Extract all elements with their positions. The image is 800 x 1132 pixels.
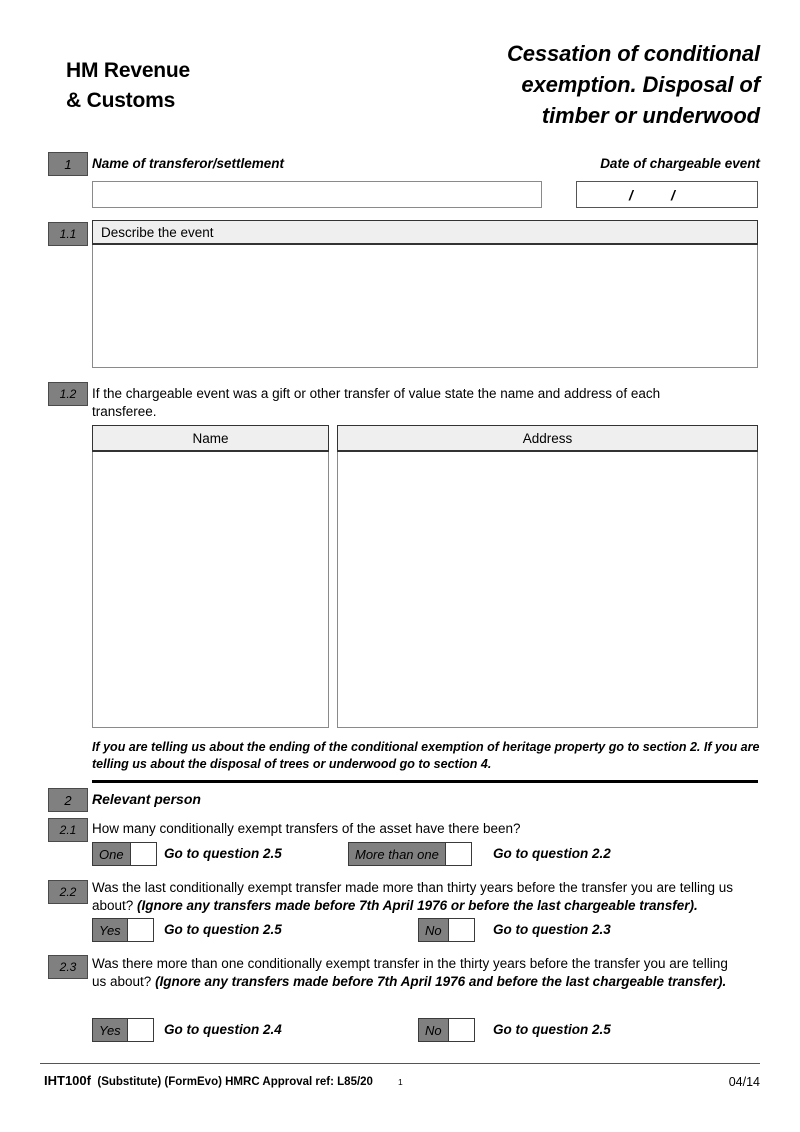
page-title: Cessation of conditional exemption. Disp… xyxy=(340,38,760,132)
question-number-1-1: 1.1 xyxy=(48,222,88,246)
transferee-name-input[interactable] xyxy=(94,453,327,726)
option-checkbox-yes[interactable] xyxy=(127,1018,154,1042)
date-slash-2: / xyxy=(671,186,675,203)
footer-form-reference: IHT100f (Substitute) (FormEvo) HMRC Appr… xyxy=(44,1073,373,1088)
page-title-line2: exemption. Disposal of xyxy=(521,72,760,98)
page-title-line3: timber or underwood xyxy=(541,103,760,129)
question-2-2-goto-no: Go to question 2.3 xyxy=(493,922,611,937)
question-number-2-2: 2.2 xyxy=(48,880,88,904)
page-title-line1: Cessation of conditional xyxy=(506,41,760,66)
option-label-no: No xyxy=(418,918,449,942)
option-label-no: No xyxy=(418,1018,449,1042)
question-2-1-option-more-than-one[interactable]: More than one xyxy=(348,842,472,866)
section1-routing-note: If you are telling us about the ending o… xyxy=(92,740,760,771)
question-2-3-goto-no: Go to question 2.5 xyxy=(493,1022,611,1037)
option-label-yes: Yes xyxy=(92,1018,128,1042)
question-number-2-1: 2.1 xyxy=(48,818,88,842)
transferee-name-header: Name xyxy=(92,425,329,452)
footer-approval-text: (Substitute) (FormEvo) HMRC Approval ref… xyxy=(97,1076,373,1088)
hmrc-logo-line1: HM Revenue xyxy=(66,59,191,82)
date-slash-1: / xyxy=(629,186,633,203)
footer-revision-date: 04/14 xyxy=(728,1075,760,1089)
date-of-chargeable-event-input[interactable]: / / xyxy=(576,181,758,208)
option-label-one: One xyxy=(92,842,131,866)
footer-divider xyxy=(40,1063,760,1064)
section-number-1: 1 xyxy=(48,152,88,176)
question-2-1-goto-one: Go to question 2.5 xyxy=(164,846,282,861)
name-of-transferor-input[interactable] xyxy=(92,181,542,208)
hmrc-logo-line2: & Customs xyxy=(66,88,176,112)
option-checkbox-no[interactable] xyxy=(448,1018,475,1042)
option-label-more-than-one: More than one xyxy=(348,842,446,866)
option-checkbox-one[interactable] xyxy=(130,842,157,866)
section-number-2: 2 xyxy=(48,788,88,812)
question-number-1-2: 1.2 xyxy=(48,382,88,406)
question-2-3-option-yes[interactable]: Yes xyxy=(92,1018,154,1042)
question-2-3-option-no[interactable]: No xyxy=(418,1018,475,1042)
option-checkbox-no[interactable] xyxy=(448,918,475,942)
question-2-1-option-one[interactable]: One xyxy=(92,842,157,866)
question-2-3-goto-yes: Go to question 2.4 xyxy=(164,1022,282,1037)
question-2-2-prompt: Was the last conditionally exempt transf… xyxy=(92,879,747,915)
option-checkbox-yes[interactable] xyxy=(127,918,154,942)
question-2-2-prompt-note: (Ignore any transfers made before 7th Ap… xyxy=(137,897,698,913)
question-2-1-goto-more-than-one: Go to question 2.2 xyxy=(493,846,611,861)
question-2-2-goto-yes: Go to question 2.5 xyxy=(164,922,282,937)
transferee-address-input[interactable] xyxy=(339,453,756,726)
question-number-2-3: 2.3 xyxy=(48,955,88,979)
hmrc-logo: HM Revenue & Customs xyxy=(66,56,346,116)
question-2-1-prompt: How many conditionally exempt transfers … xyxy=(92,821,521,836)
option-label-yes: Yes xyxy=(92,918,128,942)
question-2-3-prompt: Was there more than one conditionally ex… xyxy=(92,955,732,991)
describe-the-event-textarea[interactable] xyxy=(94,246,756,366)
question-2-3-prompt-note: (Ignore any transfers made before 7th Ap… xyxy=(155,973,727,989)
transferee-prompt: If the chargeable event was a gift or ot… xyxy=(92,386,661,419)
transferee-address-header: Address xyxy=(337,425,758,452)
date-of-chargeable-event-label: Date of chargeable event xyxy=(600,156,760,171)
describe-the-event-caption: Describe the event xyxy=(92,220,758,245)
name-of-transferor-label: Name of transferor/settlement xyxy=(92,156,285,171)
form-page: HM Revenue & Customs Cessation of condit… xyxy=(0,0,800,1132)
question-2-2-option-no[interactable]: No xyxy=(418,918,475,942)
option-checkbox-more-than-one[interactable] xyxy=(445,842,472,866)
section2-heading: Relevant person xyxy=(92,791,201,807)
footer-page-number: 1 xyxy=(398,1077,403,1087)
question-2-2-option-yes[interactable]: Yes xyxy=(92,918,154,942)
section2-divider xyxy=(92,780,758,783)
footer-form-code: IHT100f xyxy=(44,1073,91,1088)
